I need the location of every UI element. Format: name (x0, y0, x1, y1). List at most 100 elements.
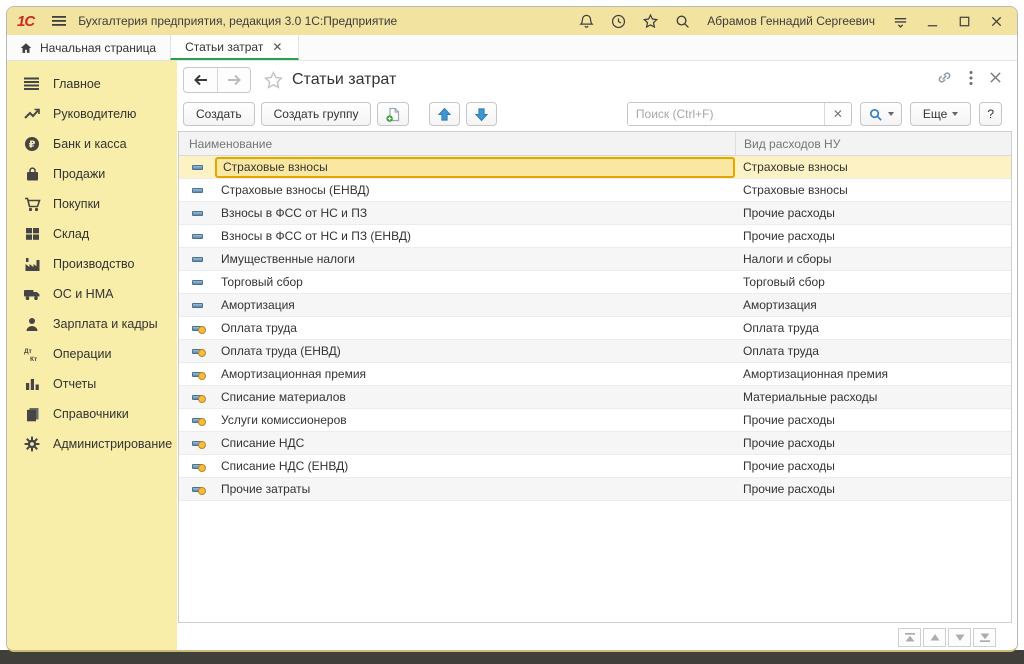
desktop: 1С Бухгалтерия предприятия, редакция 3.0… (0, 0, 1024, 664)
barchart-icon (23, 376, 41, 392)
cell-name[interactable]: Услуги комиссионеров (215, 410, 735, 431)
create-group-button[interactable]: Создать группу (261, 102, 372, 126)
cell-expense-type[interactable]: Страховые взносы (735, 160, 1011, 174)
chevron-down-icon (952, 112, 958, 116)
tab-close-icon[interactable]: ✕ (270, 39, 284, 55)
cell-expense-type[interactable]: Оплата труда (735, 321, 1011, 335)
table-row[interactable]: Прочие затратыПрочие расходы (179, 478, 1011, 501)
sidebar-item-9[interactable]: ДтКтОперации (7, 339, 177, 369)
history-nav-group (183, 67, 251, 93)
table-row[interactable]: Взносы в ФСС от НС и ПЗПрочие расходы (179, 202, 1011, 225)
cell-expense-type[interactable]: Прочие расходы (735, 206, 1011, 220)
sidebar-item-4[interactable]: Покупки (7, 189, 177, 219)
create-button[interactable]: Создать (183, 102, 255, 126)
cell-name[interactable]: Торговый сбор (215, 272, 735, 293)
tab-home[interactable]: Начальная страница (7, 35, 170, 60)
table-row[interactable]: Оплата труда (ЕНВД)Оплата труда (179, 340, 1011, 363)
table-row[interactable]: Страховые взносыСтраховые взносы (179, 156, 1011, 179)
cell-name[interactable]: Оплата труда (215, 318, 735, 339)
table-row[interactable]: АмортизацияАмортизация (179, 294, 1011, 317)
current-user-name[interactable]: Абрамов Геннадий Сергеевич (707, 14, 875, 28)
sidebar-item-8[interactable]: Зарплата и кадры (7, 309, 177, 339)
service-menu-icon[interactable] (889, 10, 911, 32)
move-up-button[interactable] (429, 102, 460, 126)
sidebar-item-11[interactable]: Справочники (7, 399, 177, 429)
go-last-button[interactable] (973, 628, 996, 647)
sidebar-item-2[interactable]: ₽Банк и касса (7, 129, 177, 159)
sidebar-item-0[interactable]: Главное (7, 69, 177, 99)
copy-item-button[interactable] (377, 102, 409, 126)
minimize-button[interactable] (921, 10, 943, 32)
table-row[interactable]: Списание НДСПрочие расходы (179, 432, 1011, 455)
go-down-button[interactable] (948, 628, 971, 647)
cell-expense-type[interactable]: Прочие расходы (735, 482, 1011, 496)
cell-name[interactable]: Оплата труда (ЕНВД) (215, 341, 735, 362)
column-header-expense-type[interactable]: Вид расходов НУ (735, 132, 1011, 155)
cell-expense-type[interactable]: Прочие расходы (735, 413, 1011, 427)
sidebar-item-1[interactable]: Руководителю (7, 99, 177, 129)
cell-expense-type[interactable]: Прочие расходы (735, 459, 1011, 473)
cell-name[interactable]: Амортизационная премия (215, 364, 735, 385)
table-row[interactable]: Страховые взносы (ЕНВД)Страховые взносы (179, 179, 1011, 202)
cell-name[interactable]: Страховые взносы (ЕНВД) (215, 180, 735, 201)
table-row[interactable]: Имущественные налогиНалоги и сборы (179, 248, 1011, 271)
sidebar-item-10[interactable]: Отчеты (7, 369, 177, 399)
search-settings-button[interactable] (860, 102, 902, 126)
cell-name[interactable]: Взносы в ФСС от НС и ПЗ (215, 203, 735, 224)
table-row[interactable]: Оплата трудаОплата труда (179, 317, 1011, 340)
go-first-button[interactable] (898, 628, 921, 647)
boxes-icon (23, 226, 41, 242)
clear-search-icon[interactable]: ✕ (824, 103, 851, 125)
move-down-button[interactable] (466, 102, 497, 126)
sidebar-item-7[interactable]: ОС и НМА (7, 279, 177, 309)
history-icon[interactable] (607, 10, 629, 32)
column-header-name[interactable]: Наименование (179, 132, 735, 155)
cost-item-icon (179, 257, 215, 262)
cell-expense-type[interactable]: Страховые взносы (735, 183, 1011, 197)
main-menu-icon[interactable] (48, 10, 70, 32)
get-link-icon[interactable] (936, 69, 953, 91)
cell-expense-type[interactable]: Амортизационная премия (735, 367, 1011, 381)
sidebar-item-12[interactable]: Администрирование (7, 429, 177, 459)
help-button[interactable]: ? (979, 102, 1002, 126)
gear-icon (23, 436, 41, 452)
cell-expense-type[interactable]: Торговый сбор (735, 275, 1011, 289)
table-row[interactable]: Торговый сборТорговый сбор (179, 271, 1011, 294)
close-panel-icon[interactable] (989, 71, 1002, 89)
cell-name[interactable]: Списание материалов (215, 387, 735, 408)
favorites-star-icon[interactable] (639, 10, 661, 32)
cell-name[interactable]: Прочие затраты (215, 479, 735, 500)
cell-name[interactable]: Имущественные налоги (215, 249, 735, 270)
cell-expense-type[interactable]: Оплата труда (735, 344, 1011, 358)
cell-name[interactable]: Списание НДС (215, 433, 735, 454)
table-row[interactable]: Услуги комиссионеровПрочие расходы (179, 409, 1011, 432)
maximize-button[interactable] (953, 10, 975, 32)
table-row[interactable]: Амортизационная премияАмортизационная пр… (179, 363, 1011, 386)
sidebar-item-3[interactable]: Продажи (7, 159, 177, 189)
go-up-button[interactable] (923, 628, 946, 647)
add-to-favorites-star-icon[interactable] (263, 70, 284, 91)
cell-name[interactable]: Страховые взносы (215, 157, 735, 178)
notifications-bell-icon[interactable] (575, 10, 597, 32)
forward-button[interactable] (217, 68, 250, 92)
sidebar-item-5[interactable]: Склад (7, 219, 177, 249)
cell-expense-type[interactable]: Прочие расходы (735, 436, 1011, 450)
search-input[interactable] (628, 103, 824, 125)
global-search-icon[interactable] (671, 10, 693, 32)
cell-expense-type[interactable]: Амортизация (735, 298, 1011, 312)
cell-name[interactable]: Списание НДС (ЕНВД) (215, 456, 735, 477)
back-button[interactable] (184, 68, 217, 92)
cell-name[interactable]: Амортизация (215, 295, 735, 316)
cell-expense-type[interactable]: Прочие расходы (735, 229, 1011, 243)
more-button[interactable]: Еще (910, 102, 971, 126)
cell-expense-type[interactable]: Налоги и сборы (735, 252, 1011, 266)
tab-cost-items[interactable]: Статьи затрат ✕ (170, 35, 299, 60)
close-window-button[interactable] (985, 10, 1007, 32)
table-row[interactable]: Списание материаловМатериальные расходы (179, 386, 1011, 409)
kebab-menu-icon[interactable] (969, 70, 973, 91)
sidebar-item-6[interactable]: Производство (7, 249, 177, 279)
table-row[interactable]: Списание НДС (ЕНВД)Прочие расходы (179, 455, 1011, 478)
table-row[interactable]: Взносы в ФСС от НС и ПЗ (ЕНВД)Прочие рас… (179, 225, 1011, 248)
cell-expense-type[interactable]: Материальные расходы (735, 390, 1011, 404)
cell-name[interactable]: Взносы в ФСС от НС и ПЗ (ЕНВД) (215, 226, 735, 247)
